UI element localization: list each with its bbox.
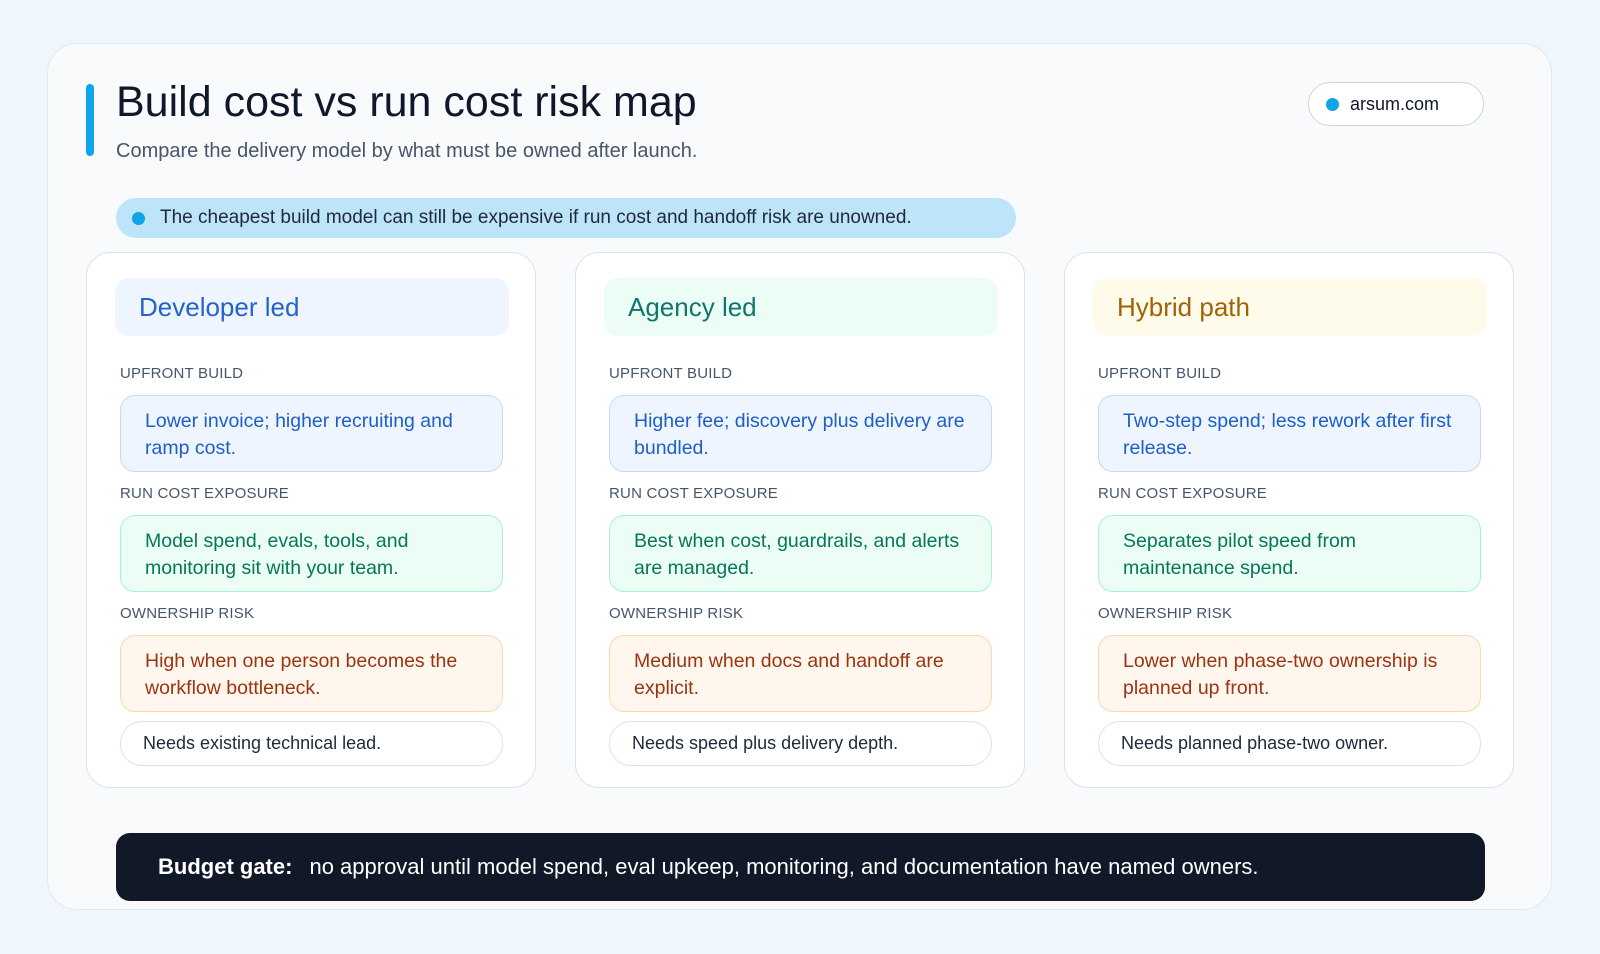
needs-pill: Needs existing technical lead. (120, 721, 503, 766)
run-cost-label: RUN COST EXPOSURE (1098, 485, 1267, 502)
upfront-build-box: Two-step spend; less rework after first … (1098, 395, 1481, 472)
budget-gate-label: Budget gate: (158, 854, 293, 879)
ownership-risk-label: OWNERSHIP RISK (1098, 605, 1233, 622)
column-hybrid-path: Hybrid path UPFRONT BUILD Two-step spend… (1064, 252, 1514, 788)
upfront-build-box: Higher fee; discovery plus delivery are … (609, 395, 992, 472)
run-cost-box: Separates pilot speed from maintenance s… (1098, 515, 1481, 592)
ownership-risk-box: High when one person becomes the workflo… (120, 635, 503, 712)
budget-gate-bar: Budget gate: no approval until model spe… (116, 833, 1485, 901)
needs-pill: Needs planned phase-two owner. (1098, 721, 1481, 766)
title-accent-bar (86, 84, 94, 156)
note-text: The cheapest build model can still be ex… (160, 207, 912, 228)
ownership-risk-label: OWNERSHIP RISK (609, 605, 744, 622)
upfront-build-label: UPFRONT BUILD (1098, 365, 1222, 382)
note-dot-icon (132, 211, 145, 225)
page-title: Build cost vs run cost risk map (116, 78, 697, 126)
budget-gate-text: no approval until model spend, eval upke… (309, 854, 1259, 879)
run-cost-box: Model spend, evals, tools, and monitorin… (120, 515, 503, 592)
run-cost-label: RUN COST EXPOSURE (120, 485, 289, 502)
ownership-risk-box: Medium when docs and handoff are explici… (609, 635, 992, 712)
column-title: Agency led (604, 278, 998, 336)
run-cost-label: RUN COST EXPOSURE (609, 485, 778, 502)
run-cost-box: Best when cost, guardrails, and alerts a… (609, 515, 992, 592)
ownership-risk-label: OWNERSHIP RISK (120, 605, 255, 622)
site-dot-icon (1326, 97, 1339, 111)
column-title: Hybrid path (1093, 278, 1487, 336)
page-subtitle: Compare the delivery model by what must … (116, 140, 698, 162)
upfront-build-label: UPFRONT BUILD (120, 365, 244, 382)
note-banner: The cheapest build model can still be ex… (116, 198, 1016, 238)
site-badge: arsum.com (1308, 82, 1484, 126)
needs-pill: Needs speed plus delivery depth. (609, 721, 992, 766)
upfront-build-box: Lower invoice; higher recruiting and ram… (120, 395, 503, 472)
column-developer-led: Developer led UPFRONT BUILD Lower invoic… (86, 252, 536, 788)
column-title: Developer led (115, 278, 509, 336)
column-agency-led: Agency led UPFRONT BUILD Higher fee; dis… (575, 252, 1025, 788)
site-label: arsum.com (1350, 93, 1440, 114)
upfront-build-label: UPFRONT BUILD (609, 365, 733, 382)
ownership-risk-box: Lower when phase-two ownership is planne… (1098, 635, 1481, 712)
